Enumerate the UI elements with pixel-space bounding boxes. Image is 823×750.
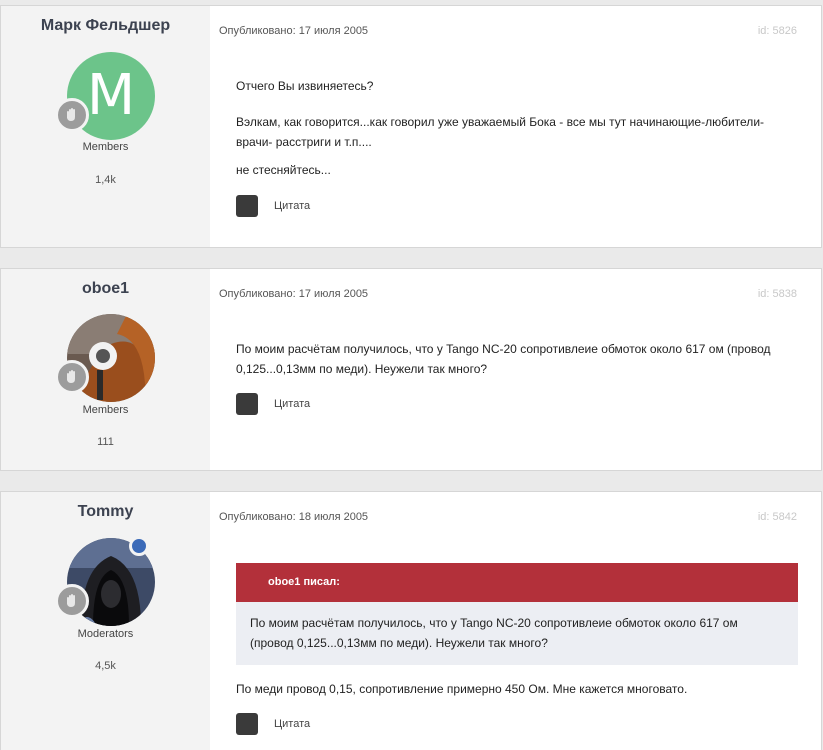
post-date[interactable]: Опубликовано: 18 июля 2005 [219, 511, 368, 523]
quote-block: oboe1 писал: По моим расчётам получилось… [236, 563, 798, 665]
quote-button[interactable]: Цитата [236, 195, 310, 217]
reputation-count: 4,5k [95, 660, 116, 672]
online-status-icon [129, 536, 149, 556]
quote-header[interactable]: oboe1 писал: [236, 563, 798, 602]
member-group: Members [82, 404, 129, 416]
post-body: Отчего Вы извиняетесь? Вэлкам, как говор… [236, 76, 776, 196]
author-name[interactable]: Марк Фельдшер [1, 17, 210, 35]
post-id[interactable]: id: 5826 [758, 25, 797, 37]
multiquote-checkbox-icon[interactable] [236, 393, 258, 415]
post-date[interactable]: Опубликовано: 17 июля 2005 [219, 25, 368, 37]
multiquote-checkbox-icon[interactable] [236, 713, 258, 735]
post-id[interactable]: id: 5842 [758, 511, 797, 523]
author-name[interactable]: Tommy [1, 503, 210, 521]
rank-badge-icon [55, 360, 89, 394]
author-name[interactable]: oboe1 [1, 280, 210, 298]
reputation-count: 111 [97, 436, 114, 448]
post-content: Опубликовано: 17 июля 2005 id: 5826 Отче… [210, 6, 821, 247]
post-paragraph: Вэлкам, как говорится...как говорил уже … [236, 115, 765, 149]
quote-text: По моим расчётам получилось, что у Tango… [236, 602, 798, 665]
forum-post: Tommy Moderators 4,5k Опубликовано: 18 и… [0, 491, 822, 750]
member-group: Moderators [77, 628, 134, 640]
member-group: Members [82, 141, 129, 153]
quote-label: Цитата [274, 200, 311, 212]
post-content: Опубликовано: 18 июля 2005 id: 5842 oboe… [210, 492, 821, 750]
post-date[interactable]: Опубликовано: 17 июля 2005 [219, 288, 368, 300]
post-paragraph: Отчего Вы извиняетесь? [236, 79, 374, 93]
reputation-count: 1,4k [95, 174, 116, 186]
author-panel: Tommy Moderators 4,5k [1, 492, 210, 750]
quote-label: Цитата [274, 718, 311, 730]
quote-button[interactable]: Цитата [236, 393, 310, 415]
post-paragraph: не стесняйтесь... [236, 163, 331, 177]
post-body: По меди провод 0,15, сопротивление приме… [236, 679, 776, 715]
author-panel: Марк Фельдшер M Members 1,4k [1, 6, 210, 247]
rank-badge-icon [55, 584, 89, 618]
forum-post: oboe1 Members 111 Опубликовано: 17 июля … [0, 268, 822, 471]
post-body: По моим расчётам получилось, что у Tango… [236, 339, 776, 395]
multiquote-checkbox-icon[interactable] [236, 195, 258, 217]
rank-badge-icon [55, 98, 89, 132]
quote-label: Цитата [274, 398, 311, 410]
post-content: Опубликовано: 17 июля 2005 id: 5838 По м… [210, 269, 821, 470]
post-paragraph: По меди провод 0,15, сопротивление приме… [236, 682, 688, 696]
post-paragraph: По моим расчётам получилось, что у Tango… [236, 342, 771, 376]
author-panel: oboe1 Members 111 [1, 269, 210, 470]
forum-post: Марк Фельдшер M Members 1,4k Опубликован… [0, 5, 822, 248]
quote-button[interactable]: Цитата [236, 713, 310, 735]
post-id[interactable]: id: 5838 [758, 288, 797, 300]
